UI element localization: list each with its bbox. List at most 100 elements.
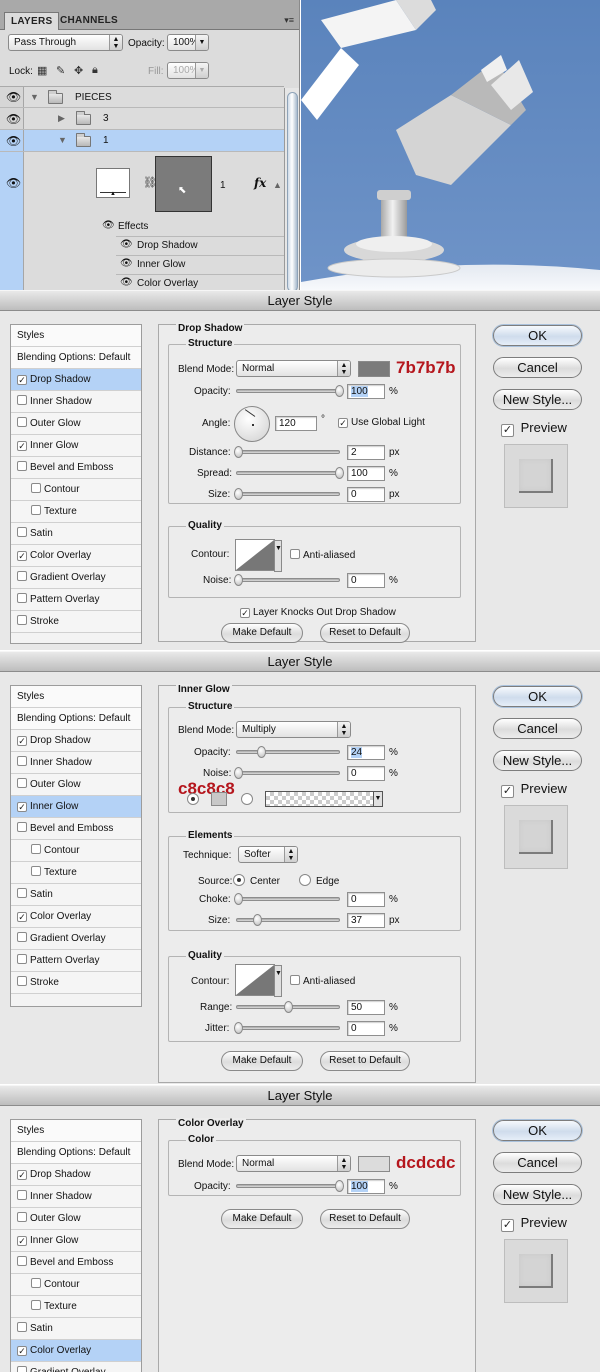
preview-checkbox[interactable]: ✓ Preview xyxy=(501,1215,567,1232)
checkbox[interactable] xyxy=(17,1256,27,1266)
eye-icon[interactable]: 👁︎ xyxy=(102,220,115,231)
styles-item-pattern-overlay[interactable]: Pattern Overlay xyxy=(11,950,141,972)
styles-item-texture[interactable]: Texture xyxy=(11,501,141,523)
opacity-field[interactable]: 100% ▼ xyxy=(167,34,209,51)
styles-item-bevel-and-emboss[interactable]: Bevel and Emboss xyxy=(11,457,141,479)
spread-slider[interactable] xyxy=(236,467,344,479)
layer-row-3[interactable]: 👁︎ ▶ 3 xyxy=(0,108,284,130)
make-default-button[interactable]: Make Default xyxy=(221,1209,303,1229)
styles-item-contour[interactable]: Contour xyxy=(11,479,141,501)
gradient-picker[interactable]: ▼ xyxy=(265,791,383,807)
styles-item-inner-glow[interactable]: ✓ Inner Glow xyxy=(11,796,141,818)
effect-drop-shadow[interactable]: Drop Shadow xyxy=(137,240,198,251)
checkbox[interactable]: ✓ xyxy=(17,551,27,561)
new-style-button[interactable]: New Style... xyxy=(493,1184,582,1205)
cancel-button[interactable]: Cancel xyxy=(493,718,582,739)
cancel-button[interactable]: Cancel xyxy=(493,1152,582,1173)
scroll-thumb[interactable] xyxy=(287,92,298,290)
fill-field[interactable]: 100% ▼ xyxy=(167,62,209,79)
checkbox[interactable] xyxy=(17,1366,27,1372)
styles-item-inner-glow[interactable]: ✓ Inner Glow xyxy=(11,1230,141,1252)
styles-item-drop-shadow[interactable]: ✓ Drop Shadow xyxy=(11,369,141,391)
checkbox[interactable] xyxy=(17,571,27,581)
choke-slider[interactable] xyxy=(234,893,340,905)
layers-scrollbar[interactable] xyxy=(284,88,299,290)
checkbox[interactable] xyxy=(17,615,27,625)
overlay-color-swatch[interactable] xyxy=(358,1156,390,1172)
chevron-down-icon[interactable]: ▼ xyxy=(373,792,382,806)
anti-aliased-checkbox[interactable]: Anti-aliased xyxy=(290,975,355,987)
noise-slider[interactable] xyxy=(234,767,340,779)
slider-thumb[interactable] xyxy=(234,1022,244,1034)
checkbox[interactable] xyxy=(17,593,27,603)
disclosure-up-icon[interactable]: ▲ xyxy=(273,180,282,190)
disclosure-open-icon[interactable]: ▼ xyxy=(30,92,39,102)
preview-checkbox[interactable]: ✓ Preview xyxy=(501,781,567,798)
checkbox[interactable]: ✓ xyxy=(17,1170,27,1180)
noise-input[interactable]: 0 xyxy=(347,766,385,781)
source-edge-radio[interactable] xyxy=(299,874,311,886)
slider-thumb[interactable] xyxy=(284,1001,293,1013)
visibility-toggle[interactable]: 👁︎ xyxy=(0,108,24,129)
blend-mode-select[interactable]: Normal ▲ ▼ xyxy=(236,1155,351,1172)
preview-checkbox[interactable]: ✓ Preview xyxy=(501,420,567,437)
styles-item-bevel-and-emboss[interactable]: Bevel and Emboss xyxy=(11,1252,141,1274)
chevron-down-icon[interactable]: ▼ xyxy=(274,965,282,997)
blend-mode-select[interactable]: Normal ▲ ▼ xyxy=(236,360,351,377)
styles-item-styles[interactable]: Styles xyxy=(11,325,141,347)
opacity-slider[interactable] xyxy=(236,385,344,397)
checkbox[interactable]: ✓ xyxy=(17,912,27,922)
lock-brush-icon[interactable]: ✎ xyxy=(56,64,65,77)
ok-button[interactable]: OK xyxy=(493,1120,582,1141)
size-slider[interactable] xyxy=(234,488,340,500)
range-slider[interactable] xyxy=(236,1001,340,1013)
slider-thumb[interactable] xyxy=(234,893,244,905)
cancel-button[interactable]: Cancel xyxy=(493,357,582,378)
slider-thumb[interactable] xyxy=(335,385,344,397)
styles-item-color-overlay[interactable]: ✓ Color Overlay xyxy=(11,906,141,928)
checkbox[interactable] xyxy=(31,844,41,854)
styles-item-inner-shadow[interactable]: Inner Shadow xyxy=(11,752,141,774)
checkbox[interactable] xyxy=(17,417,27,427)
styles-item-satin[interactable]: Satin xyxy=(11,523,141,545)
styles-item-inner-shadow[interactable]: Inner Shadow xyxy=(11,1186,141,1208)
glow-color-swatch[interactable] xyxy=(211,792,227,806)
opacity-input[interactable]: 100 xyxy=(347,384,385,399)
styles-item-gradient-overlay[interactable]: Gradient Overlay xyxy=(11,1362,141,1372)
size-slider[interactable] xyxy=(236,914,340,926)
tab-channels[interactable]: CHANNELS xyxy=(54,12,124,30)
checkbox[interactable] xyxy=(17,888,27,898)
styles-item-outer-glow[interactable]: Outer Glow xyxy=(11,1208,141,1230)
distance-slider[interactable] xyxy=(234,446,340,458)
reset-to-default-button[interactable]: Reset to Default xyxy=(320,1209,410,1229)
styles-item-blending-options-default[interactable]: Blending Options: Default xyxy=(11,1142,141,1164)
styles-item-gradient-overlay[interactable]: Gradient Overlay xyxy=(11,928,141,950)
effect-inner-glow[interactable]: Inner Glow xyxy=(137,259,185,270)
checkbox[interactable] xyxy=(17,1212,27,1222)
checkbox[interactable]: ✓ xyxy=(17,1236,27,1246)
new-style-button[interactable]: New Style... xyxy=(493,389,582,410)
blend-mode-select[interactable]: Pass Through ▲ ▼ xyxy=(8,34,123,51)
color-swatch[interactable] xyxy=(358,361,390,377)
knocks-out-checkbox[interactable]: ✓ Layer Knocks Out Drop Shadow xyxy=(240,607,396,618)
checkbox[interactable] xyxy=(31,483,41,493)
blend-mode-select[interactable]: Multiply ▲ ▼ xyxy=(236,721,351,738)
checkbox[interactable]: ✓ xyxy=(17,375,27,385)
checkbox[interactable] xyxy=(31,1278,41,1288)
layer-row-1[interactable]: 👁︎ ▲ ⛓︎ ⬉ 1 fx ▲ 👁︎ Effects 👁︎ Drop Shad… xyxy=(0,152,284,290)
styles-item-satin[interactable]: Satin xyxy=(11,1318,141,1340)
noise-slider[interactable] xyxy=(234,574,340,586)
lock-transparent-icon[interactable]: ▦ xyxy=(37,64,47,77)
styles-item-color-overlay[interactable]: ✓ Color Overlay xyxy=(11,545,141,567)
lock-move-icon[interactable]: ✥ xyxy=(74,64,83,77)
opacity-slider[interactable] xyxy=(236,1180,344,1192)
opacity-slider[interactable] xyxy=(236,746,340,758)
checkbox[interactable] xyxy=(17,822,27,832)
styles-item-outer-glow[interactable]: Outer Glow xyxy=(11,774,141,796)
fx-icon[interactable]: fx xyxy=(254,176,266,190)
slider-thumb[interactable] xyxy=(234,574,244,586)
gradient-radio[interactable] xyxy=(241,793,253,805)
checkbox[interactable] xyxy=(31,866,41,876)
checkbox[interactable] xyxy=(17,527,27,537)
visibility-toggle[interactable]: 👁︎ xyxy=(0,152,24,290)
